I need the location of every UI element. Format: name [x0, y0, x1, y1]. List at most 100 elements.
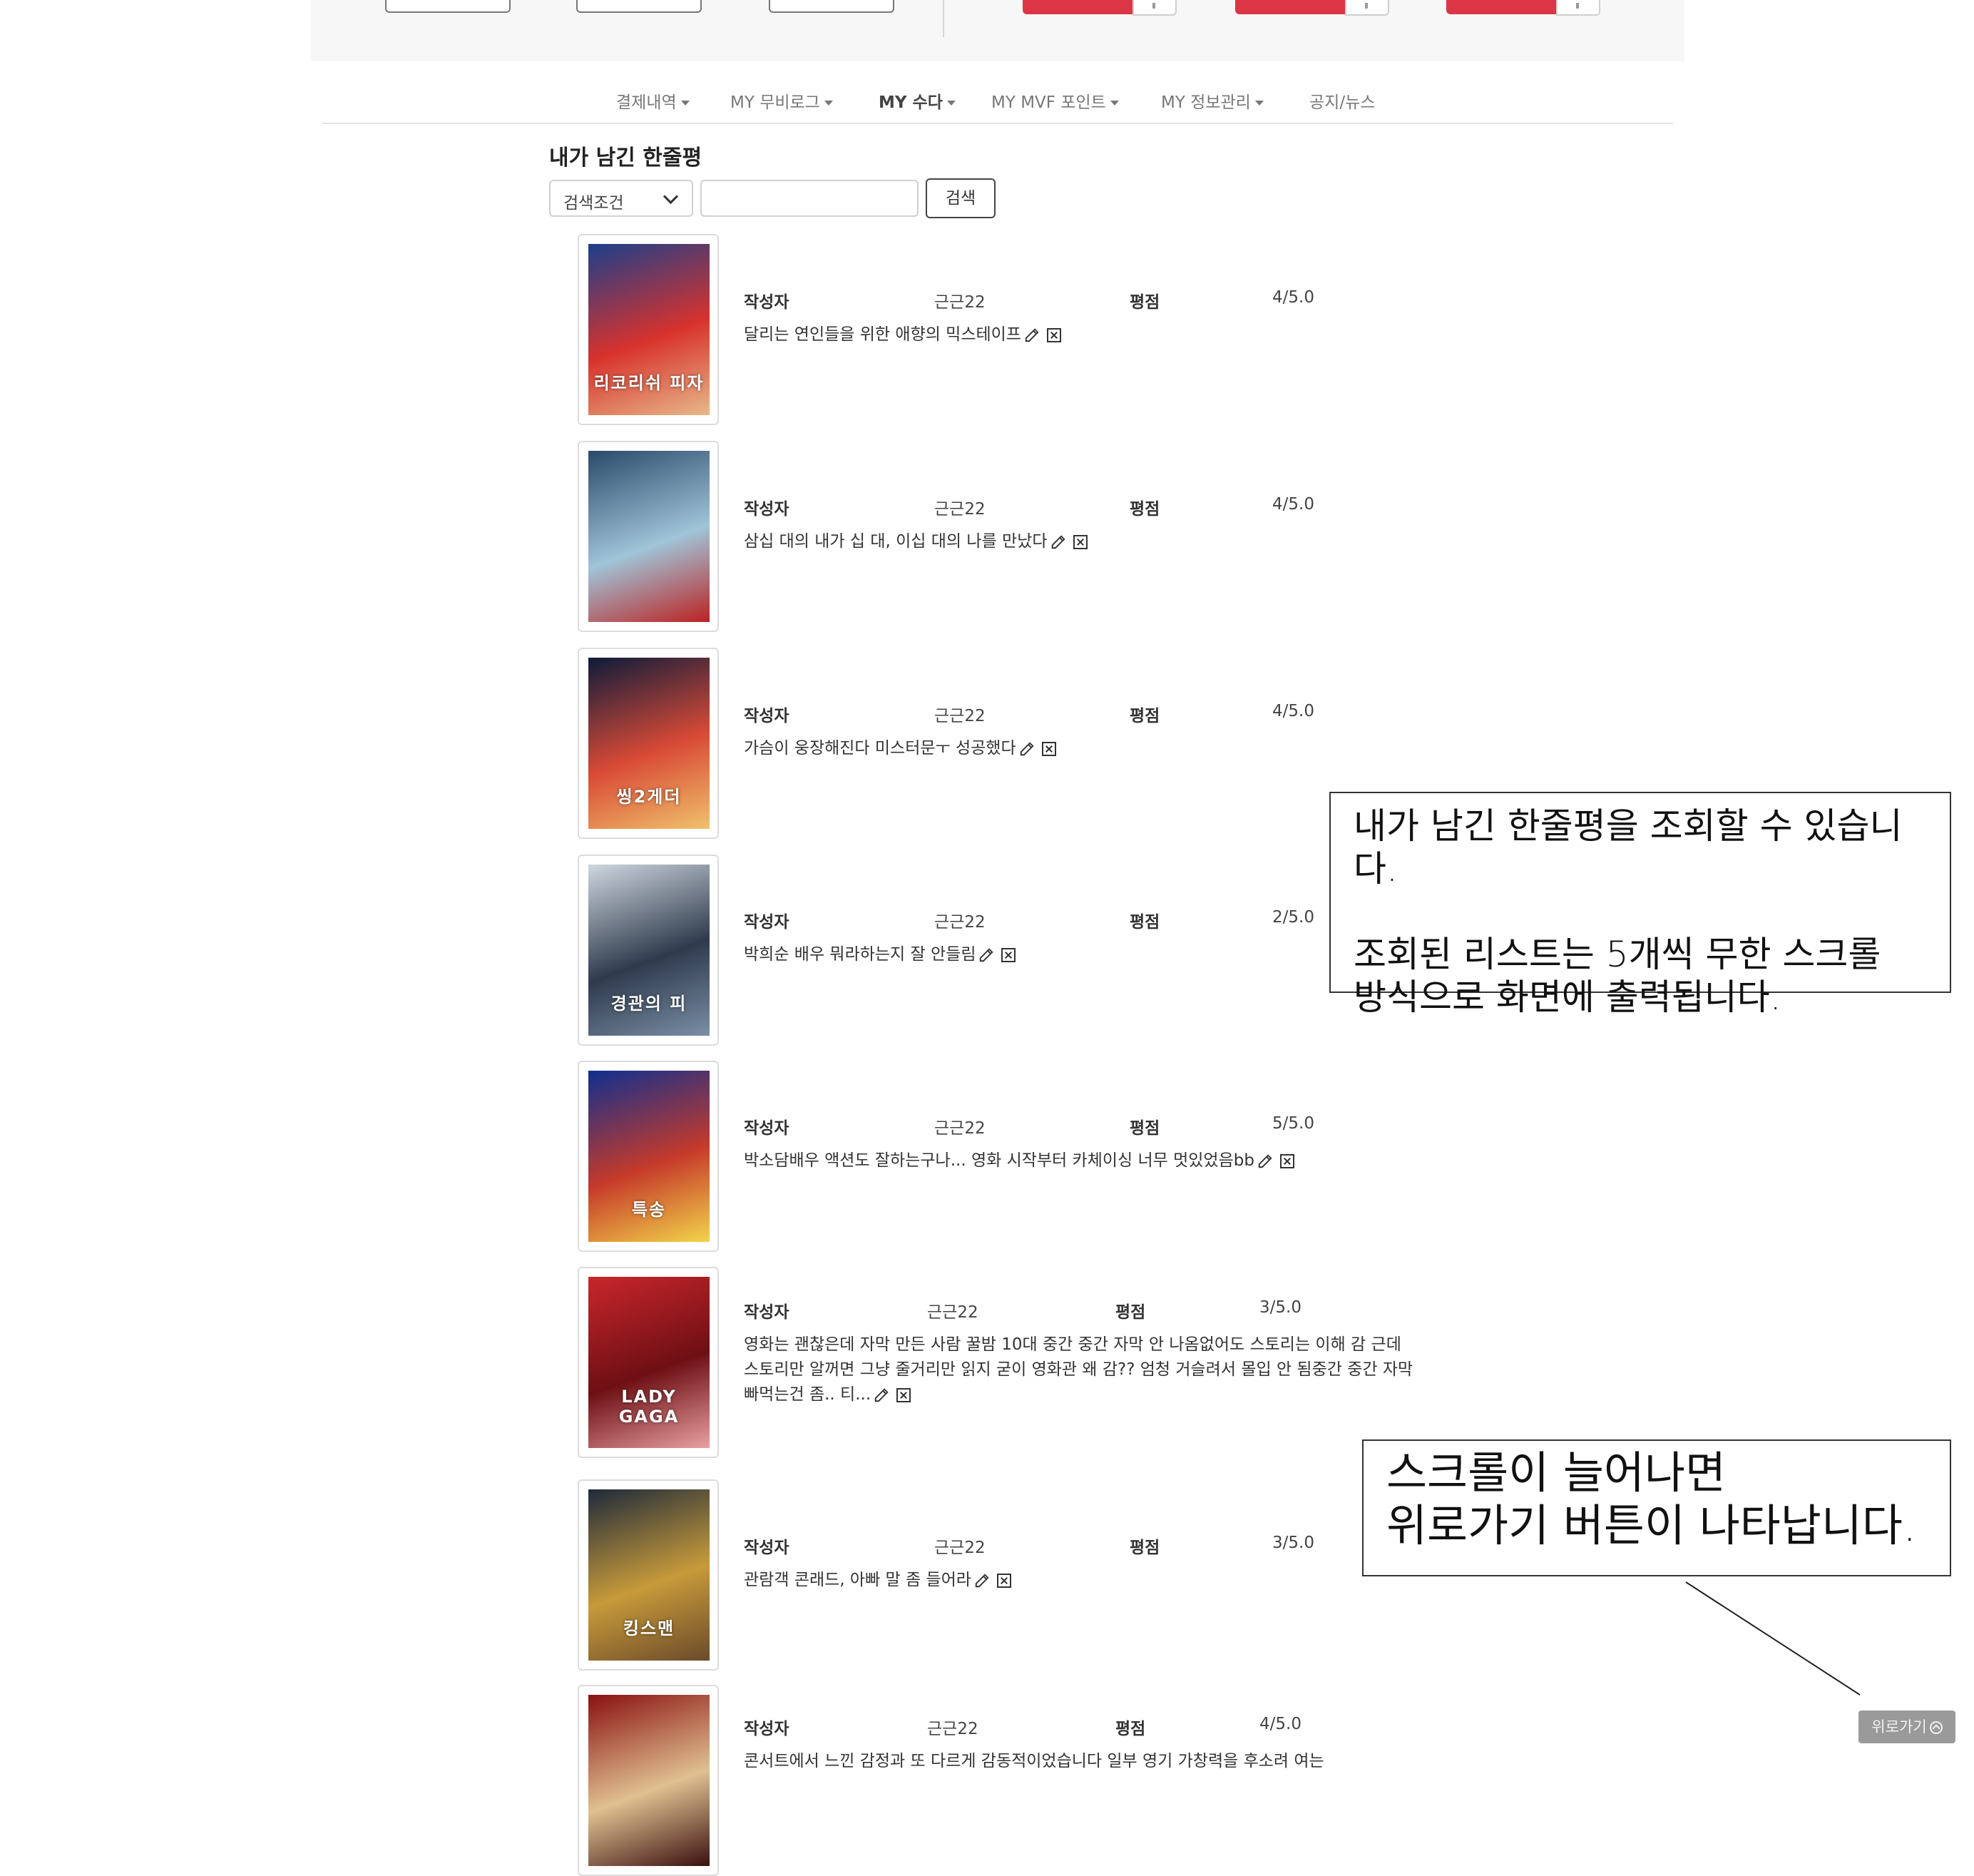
- rating-value: 3/5.0: [1272, 1534, 1314, 1552]
- poster-card[interactable]: LADY GAGA: [578, 1267, 719, 1458]
- header-red-button-group-3[interactable]: [1446, 0, 1600, 16]
- pencil-edit-icon[interactable]: [874, 1387, 889, 1403]
- header-divider: [943, 0, 944, 37]
- nav-my-chat[interactable]: MY 수다: [879, 88, 956, 113]
- review-text-content: 가슴이 웅장해진다 미스터문ㅜ 성공했다: [744, 739, 1016, 758]
- author-label: 작성자: [744, 707, 789, 725]
- poster-drama-men: 경관의 피: [588, 865, 710, 1036]
- review-text: 콘서트에서 느낀 감정과 또 다르게 감동적이었습니다 일부 영기 가창력을 후…: [744, 1749, 1421, 1774]
- caret-down-icon: [824, 101, 833, 106]
- rating-label: 평점: [1115, 1303, 1146, 1322]
- review-text: 가슴이 웅장해진다 미스터문ㅜ 성공했다: [744, 736, 1421, 761]
- rating-label: 평점: [1115, 1720, 1146, 1738]
- review-text-content: 영화는 괜찮은데 자막 만든 사람 꿀밤 10대 중간 중간 자막 안 나옴없어…: [744, 1335, 1413, 1404]
- annotation-line: 조회된 리스트는 5개씩 무한 스크롤: [1354, 934, 1881, 975]
- rating-value: 4/5.0: [1272, 702, 1314, 720]
- scroll-to-top-button[interactable]: 위로가기: [1858, 1711, 1955, 1743]
- author-label: 작성자: [744, 1303, 789, 1322]
- author-label: 작성자: [744, 1119, 789, 1138]
- pencil-edit-icon[interactable]: [1024, 327, 1040, 343]
- poster-card[interactable]: 킹스맨: [578, 1479, 719, 1671]
- delete-x-icon[interactable]: [1001, 947, 1016, 962]
- poster-special-delivery: 특송: [588, 1071, 710, 1242]
- review-text: 달리는 연인들을 위한 애향의 믹스테이프: [744, 322, 1421, 347]
- annotation-line: 내가 남긴 한줄평을 조회할 수 있습니다.: [1354, 805, 1903, 889]
- pencil-edit-icon[interactable]: [1050, 534, 1066, 550]
- review-text: 영화는 괜찮은데 자막 만든 사람 꿀밤 10대 중간 중간 자막 안 나옴없어…: [744, 1332, 1414, 1407]
- poster-card[interactable]: 씽2게더: [578, 648, 719, 839]
- header-red-button-group-2[interactable]: [1235, 0, 1389, 16]
- nav-movielog[interactable]: MY 무비로그: [730, 88, 833, 113]
- author-name: 근근22: [934, 500, 986, 519]
- search-button[interactable]: 검색: [926, 178, 996, 218]
- author-label: 작성자: [744, 1539, 789, 1557]
- search-condition-value: 검색조건: [563, 194, 624, 213]
- review-text: 박희순 배우 뭐라하는지 잘 안들림: [744, 942, 1421, 967]
- delete-x-icon[interactable]: [996, 1573, 1011, 1588]
- poster-card[interactable]: [578, 441, 719, 632]
- poster-caption: 특송: [631, 1200, 667, 1220]
- caret-down-icon: [946, 101, 956, 106]
- review-text-content: 박소담배우 액션도 잘하는구나... 영화 시작부터 카체이싱 너무 멋있었음b…: [744, 1151, 1254, 1170]
- rating-label: 평점: [1130, 707, 1160, 725]
- delete-x-icon[interactable]: [1073, 534, 1088, 549]
- rating-value: 4/5.0: [1272, 288, 1314, 307]
- nav-notice-news[interactable]: 공지/뉴스: [1309, 88, 1375, 113]
- review-text-content: 달리는 연인들을 위한 애향의 믹스테이프: [744, 325, 1021, 344]
- delete-x-icon[interactable]: [896, 1387, 911, 1402]
- nav-payment[interactable]: 결제내역: [616, 88, 690, 113]
- header-outline-button-3[interactable]: [769, 0, 894, 13]
- pencil-edit-icon[interactable]: [978, 947, 994, 963]
- review-text: 관람객 콘래드, 아빠 말 좀 들어라: [744, 1568, 1421, 1593]
- annotation-line: 방식으로 화면에 출력됩니다.: [1354, 977, 1781, 1018]
- review-text: 박소담배우 액션도 잘하는구나... 영화 시작부터 카체이싱 너무 멋있었음b…: [744, 1148, 1421, 1173]
- nav-my-info[interactable]: MY 정보관리: [1161, 88, 1264, 113]
- poster-house-of-gucci: LADY GAGA: [588, 1277, 710, 1448]
- rating-value: 3/5.0: [1259, 1298, 1301, 1317]
- poster-licorice-pizza: 리코리쉬 피자: [588, 244, 710, 415]
- header-outline-button-1[interactable]: [385, 0, 511, 13]
- rating-value: 2/5.0: [1272, 908, 1314, 927]
- delete-x-icon[interactable]: [1046, 327, 1061, 342]
- poster-caption: 경관의 피: [610, 994, 687, 1014]
- poster-card[interactable]: 리코리쉬 피자: [578, 234, 719, 425]
- pencil-edit-icon[interactable]: [1019, 741, 1035, 757]
- poster-card[interactable]: [578, 1685, 719, 1876]
- review-text-content: 관람객 콘래드, 아빠 말 좀 들어라: [744, 1571, 971, 1589]
- author-label: 작성자: [744, 913, 789, 932]
- rating-value: 4/5.0: [1259, 1715, 1301, 1733]
- mypage-nav: 결제내역 MY 무비로그 MY 수다 MY MVF 포인트 MY 정보관리 공지…: [322, 80, 1673, 124]
- header-outline-button-2[interactable]: [576, 0, 702, 13]
- author-label: 작성자: [744, 500, 789, 519]
- author-label: 작성자: [744, 293, 789, 312]
- caret-down-icon: [1110, 101, 1119, 106]
- chevron-down-icon: [663, 188, 679, 205]
- pencil-edit-icon[interactable]: [1257, 1153, 1273, 1169]
- poster-spiderman: [588, 451, 710, 622]
- nav-mvf-point[interactable]: MY MVF 포인트: [991, 88, 1119, 113]
- rating-value: 4/5.0: [1272, 495, 1314, 514]
- delete-x-icon[interactable]: [1279, 1153, 1294, 1168]
- poster-caption: 킹스맨: [623, 1618, 675, 1638]
- author-name: 근근22: [934, 1119, 986, 1138]
- poster-caption: 리코리쉬 피자: [593, 373, 705, 393]
- caret-down-icon: [1254, 101, 1264, 106]
- rating-value: 5/5.0: [1272, 1114, 1314, 1133]
- poster-card[interactable]: 특송: [578, 1061, 719, 1252]
- poster-kingsman: 킹스맨: [588, 1489, 710, 1661]
- search-input[interactable]: [700, 180, 919, 217]
- rating-label: 평점: [1130, 293, 1160, 312]
- pencil-edit-icon[interactable]: [974, 1573, 990, 1589]
- poster-caption: LADY GAGA: [618, 1387, 680, 1427]
- annotation-line: 스크롤이 늘어나면: [1386, 1447, 1727, 1499]
- poster-card[interactable]: 경관의 피: [578, 855, 719, 1046]
- review-text-content: 콘서트에서 느낀 감정과 또 다르게 감동적이었습니다 일부 영기 가창력을 후…: [744, 1752, 1324, 1770]
- delete-x-icon[interactable]: [1041, 741, 1056, 756]
- header-red-button-group-1[interactable]: [1023, 0, 1177, 16]
- search-condition-select[interactable]: 검색조건: [549, 180, 693, 217]
- annotation-note-list: 내가 남긴 한줄평을 조회할 수 있습니다. 조회된 리스트는 5개씩 무한 스…: [1329, 792, 1951, 1018]
- page-title: 내가 남긴 한줄평: [549, 146, 702, 170]
- poster-caption: 씽2게더: [616, 787, 682, 807]
- author-name: 근근22: [934, 707, 986, 725]
- arrow-up-circle-icon: [1929, 1721, 1943, 1734]
